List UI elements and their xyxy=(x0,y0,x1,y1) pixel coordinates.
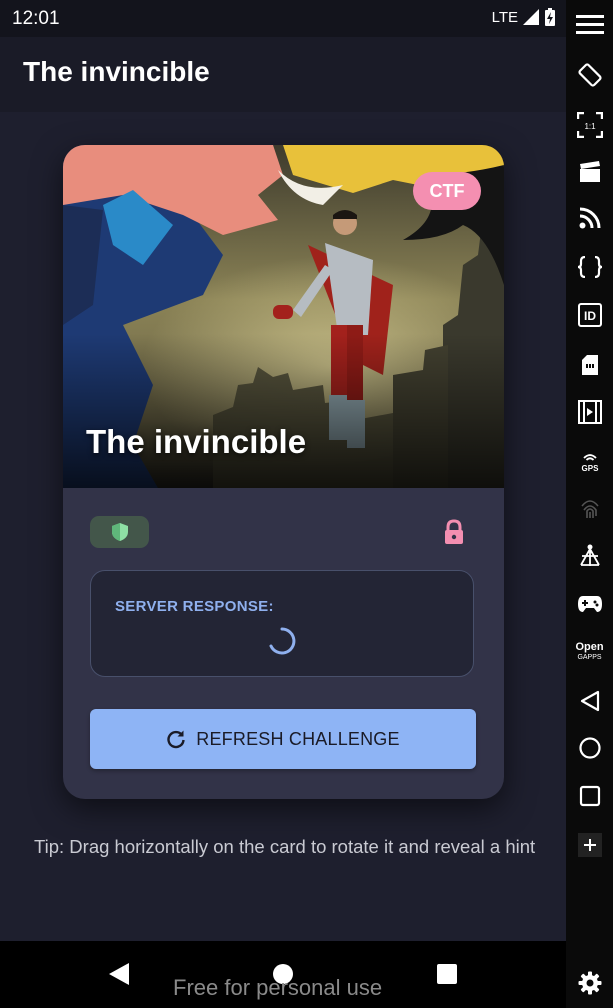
status-time: 12:01 xyxy=(12,8,60,29)
settings-icon[interactable] xyxy=(566,968,613,998)
hero-image: The invincible CTF xyxy=(63,145,504,488)
recents-icon[interactable] xyxy=(566,781,613,811)
rotate-icon[interactable] xyxy=(566,60,613,90)
braces-icon[interactable] xyxy=(566,252,613,282)
network-type: LTE xyxy=(491,8,518,26)
page-title: The invincible xyxy=(23,56,210,87)
gps-icon[interactable]: GPS xyxy=(566,446,613,476)
fingerprint-icon[interactable] xyxy=(566,493,613,523)
server-response-label: SERVER RESPONSE: xyxy=(115,598,274,615)
shield-icon xyxy=(111,523,128,541)
challenge-card[interactable]: The invincible CTF SERVER RESPONSE: REFR… xyxy=(63,145,504,799)
back-icon[interactable] xyxy=(566,686,613,716)
refresh-challenge-button[interactable]: REFRESH CHALLENGE xyxy=(90,709,476,769)
scale-icon[interactable]: 1:1 xyxy=(566,110,613,140)
ctf-badge: CTF xyxy=(413,172,481,210)
open-gapps-line2: GAPPS xyxy=(577,654,602,661)
nav-recents-icon[interactable] xyxy=(436,963,458,985)
lock-icon xyxy=(445,519,463,544)
open-gapps-line1: Open xyxy=(575,641,604,653)
refresh-button-label: REFRESH CHALLENGE xyxy=(196,728,400,749)
status-bar: 12:01 LTE xyxy=(0,0,566,37)
network-icon[interactable] xyxy=(566,541,613,571)
battery-icon xyxy=(545,8,555,26)
sd-card-icon[interactable] xyxy=(566,350,613,380)
watermark-text: Free for personal use xyxy=(173,975,383,1000)
hero-title: The invincible xyxy=(86,423,307,460)
phone-screen: 12:01 LTE The invincible The invincible … xyxy=(0,0,566,1008)
app-bar: The invincible xyxy=(0,37,566,112)
signal-icon xyxy=(523,9,539,25)
scale-label: 1:1 xyxy=(584,122,596,131)
plus-icon[interactable] xyxy=(566,832,613,858)
id-label: ID xyxy=(584,309,596,323)
security-chip xyxy=(90,516,149,548)
clapper-icon[interactable] xyxy=(566,157,613,187)
loading-spinner-icon xyxy=(269,627,296,655)
tip-text: Tip: Drag horizontally on the card to ro… xyxy=(34,836,536,857)
rss-icon[interactable] xyxy=(566,203,613,233)
emulator-sidebar: 1:1 ID GPS Open GAPPS xyxy=(566,0,613,1008)
server-response-box: SERVER RESPONSE: xyxy=(90,570,474,677)
open-gapps-icon[interactable]: Open GAPPS xyxy=(566,637,613,667)
nav-back-icon[interactable] xyxy=(108,962,130,986)
id-icon[interactable]: ID xyxy=(566,300,613,330)
home-icon[interactable] xyxy=(566,733,613,763)
menu-icon[interactable] xyxy=(566,10,613,38)
status-icons: LTE xyxy=(492,8,556,26)
film-icon[interactable] xyxy=(566,397,613,427)
gps-label: GPS xyxy=(581,464,599,473)
refresh-icon xyxy=(167,730,185,749)
gamepad-icon[interactable] xyxy=(566,589,613,619)
